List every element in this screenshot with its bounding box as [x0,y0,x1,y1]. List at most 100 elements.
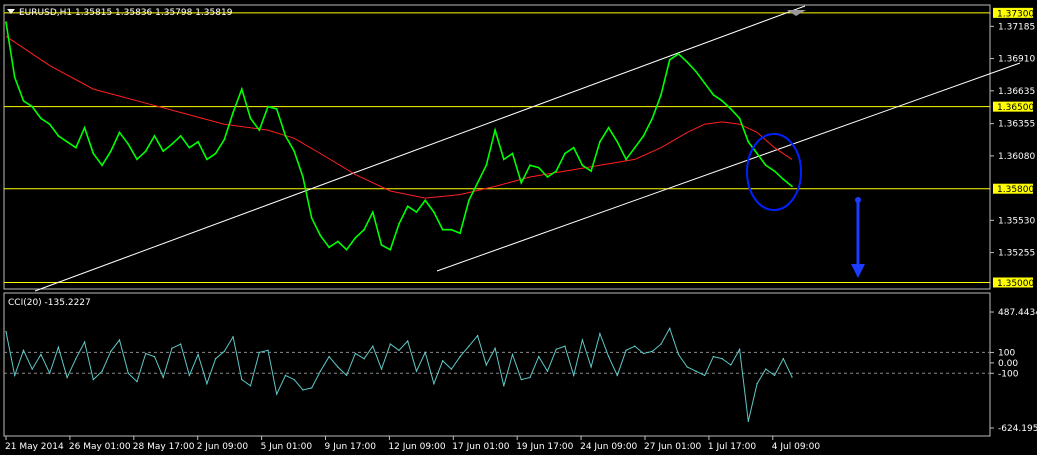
price-point [572,146,575,149]
cci-point [738,348,741,350]
price-point [791,185,793,188]
time-tick-label: 4 Jul 09:00 [772,442,821,452]
price-point [564,152,566,155]
cci-point [773,374,776,377]
level-label: 1.37300 [997,9,1034,19]
cci-point [669,327,671,330]
cci-point [179,343,182,345]
price-point [223,138,226,141]
down-arrow [851,197,865,278]
cci-title: CCI(20) -135.2227 [8,298,91,308]
cci-point [57,346,60,348]
price-point [633,146,636,149]
price-point [494,129,496,131]
price-point [310,217,313,219]
time-tick-label: 19 Jun 17:00 [516,442,573,452]
cci-point [765,368,767,370]
price-point [328,246,331,249]
price-line [5,22,793,251]
price-point [258,129,261,131]
channel-lower-line [436,62,1021,272]
cci-point [485,364,488,366]
cci-point [555,348,557,350]
price-point [756,152,758,155]
cci-point [101,370,103,372]
cci-point [511,353,514,356]
cci-point [686,366,688,368]
cci-point [302,389,304,391]
price-point [101,164,103,167]
time-tick-label: 5 Jun 01:00 [261,442,313,452]
price-point [31,105,34,108]
cci-point [520,378,522,381]
cci-point [599,332,601,335]
cci-point [5,330,7,333]
price-tick-label: 1.35255 [998,249,1035,259]
price-point [249,117,252,120]
cci-point [398,349,400,352]
cci-point [110,350,112,353]
cci-point [328,355,330,358]
highlight-ellipse [746,133,802,211]
price-point [74,146,77,149]
cci-point [677,353,680,356]
price-point [109,150,112,153]
price-tick-label: 1.36080 [998,152,1035,162]
price-point [773,170,776,173]
cci-point [389,343,391,345]
cci-point [712,355,715,358]
price-point [171,143,173,146]
cci-point [153,355,156,358]
price-point [520,181,523,184]
price-point [66,140,69,143]
horizontal-levels [4,12,990,283]
price-point [485,164,488,167]
price-point [502,158,505,161]
cci-point [276,393,278,395]
cci-point [249,385,252,387]
cci-point [40,353,42,356]
cci-point [581,339,584,341]
price-point [511,152,514,155]
cci-point [503,385,505,387]
price-point [57,135,60,137]
cci-point [319,370,322,372]
cci-point [293,378,295,381]
price-point [319,234,322,237]
price-point [127,143,130,146]
cci-tick-label: 0.00 [998,359,1018,369]
cci-point [782,357,784,360]
cci-panel: CCI(20) -135.2227 487.4434 1000.00-100 -62… [3,292,1037,437]
price-panel-frame [3,4,991,290]
cci-point [75,357,77,360]
cci-point [363,357,365,360]
price-point [660,94,662,96]
cci-point [407,340,409,342]
price-point [345,248,348,251]
chart-window[interactable]: EURUSD,H1 1.35815 1.35836 1.35798 1.3581… [0,0,1037,455]
price-point [424,199,427,202]
cci-point [459,355,461,358]
price-point [729,108,732,110]
cci-point [747,420,750,423]
cci-point [145,352,147,355]
price-point [651,117,654,120]
cci-point [415,370,418,372]
price-point [441,228,444,231]
price-point [363,228,365,231]
level-label: 1.35000 [997,279,1034,289]
price-point [459,232,462,235]
price-point [83,126,86,129]
price-point [389,248,392,251]
price-point [529,164,531,167]
price-point [232,111,234,114]
price-point [13,76,16,79]
cci-point [241,378,243,381]
cci-point [590,366,592,368]
cci-point [22,349,25,352]
cci-point [14,374,16,377]
cci-point [695,370,697,372]
price-point [240,88,243,90]
cci-point [118,339,121,341]
moving-average-line [5,35,793,199]
